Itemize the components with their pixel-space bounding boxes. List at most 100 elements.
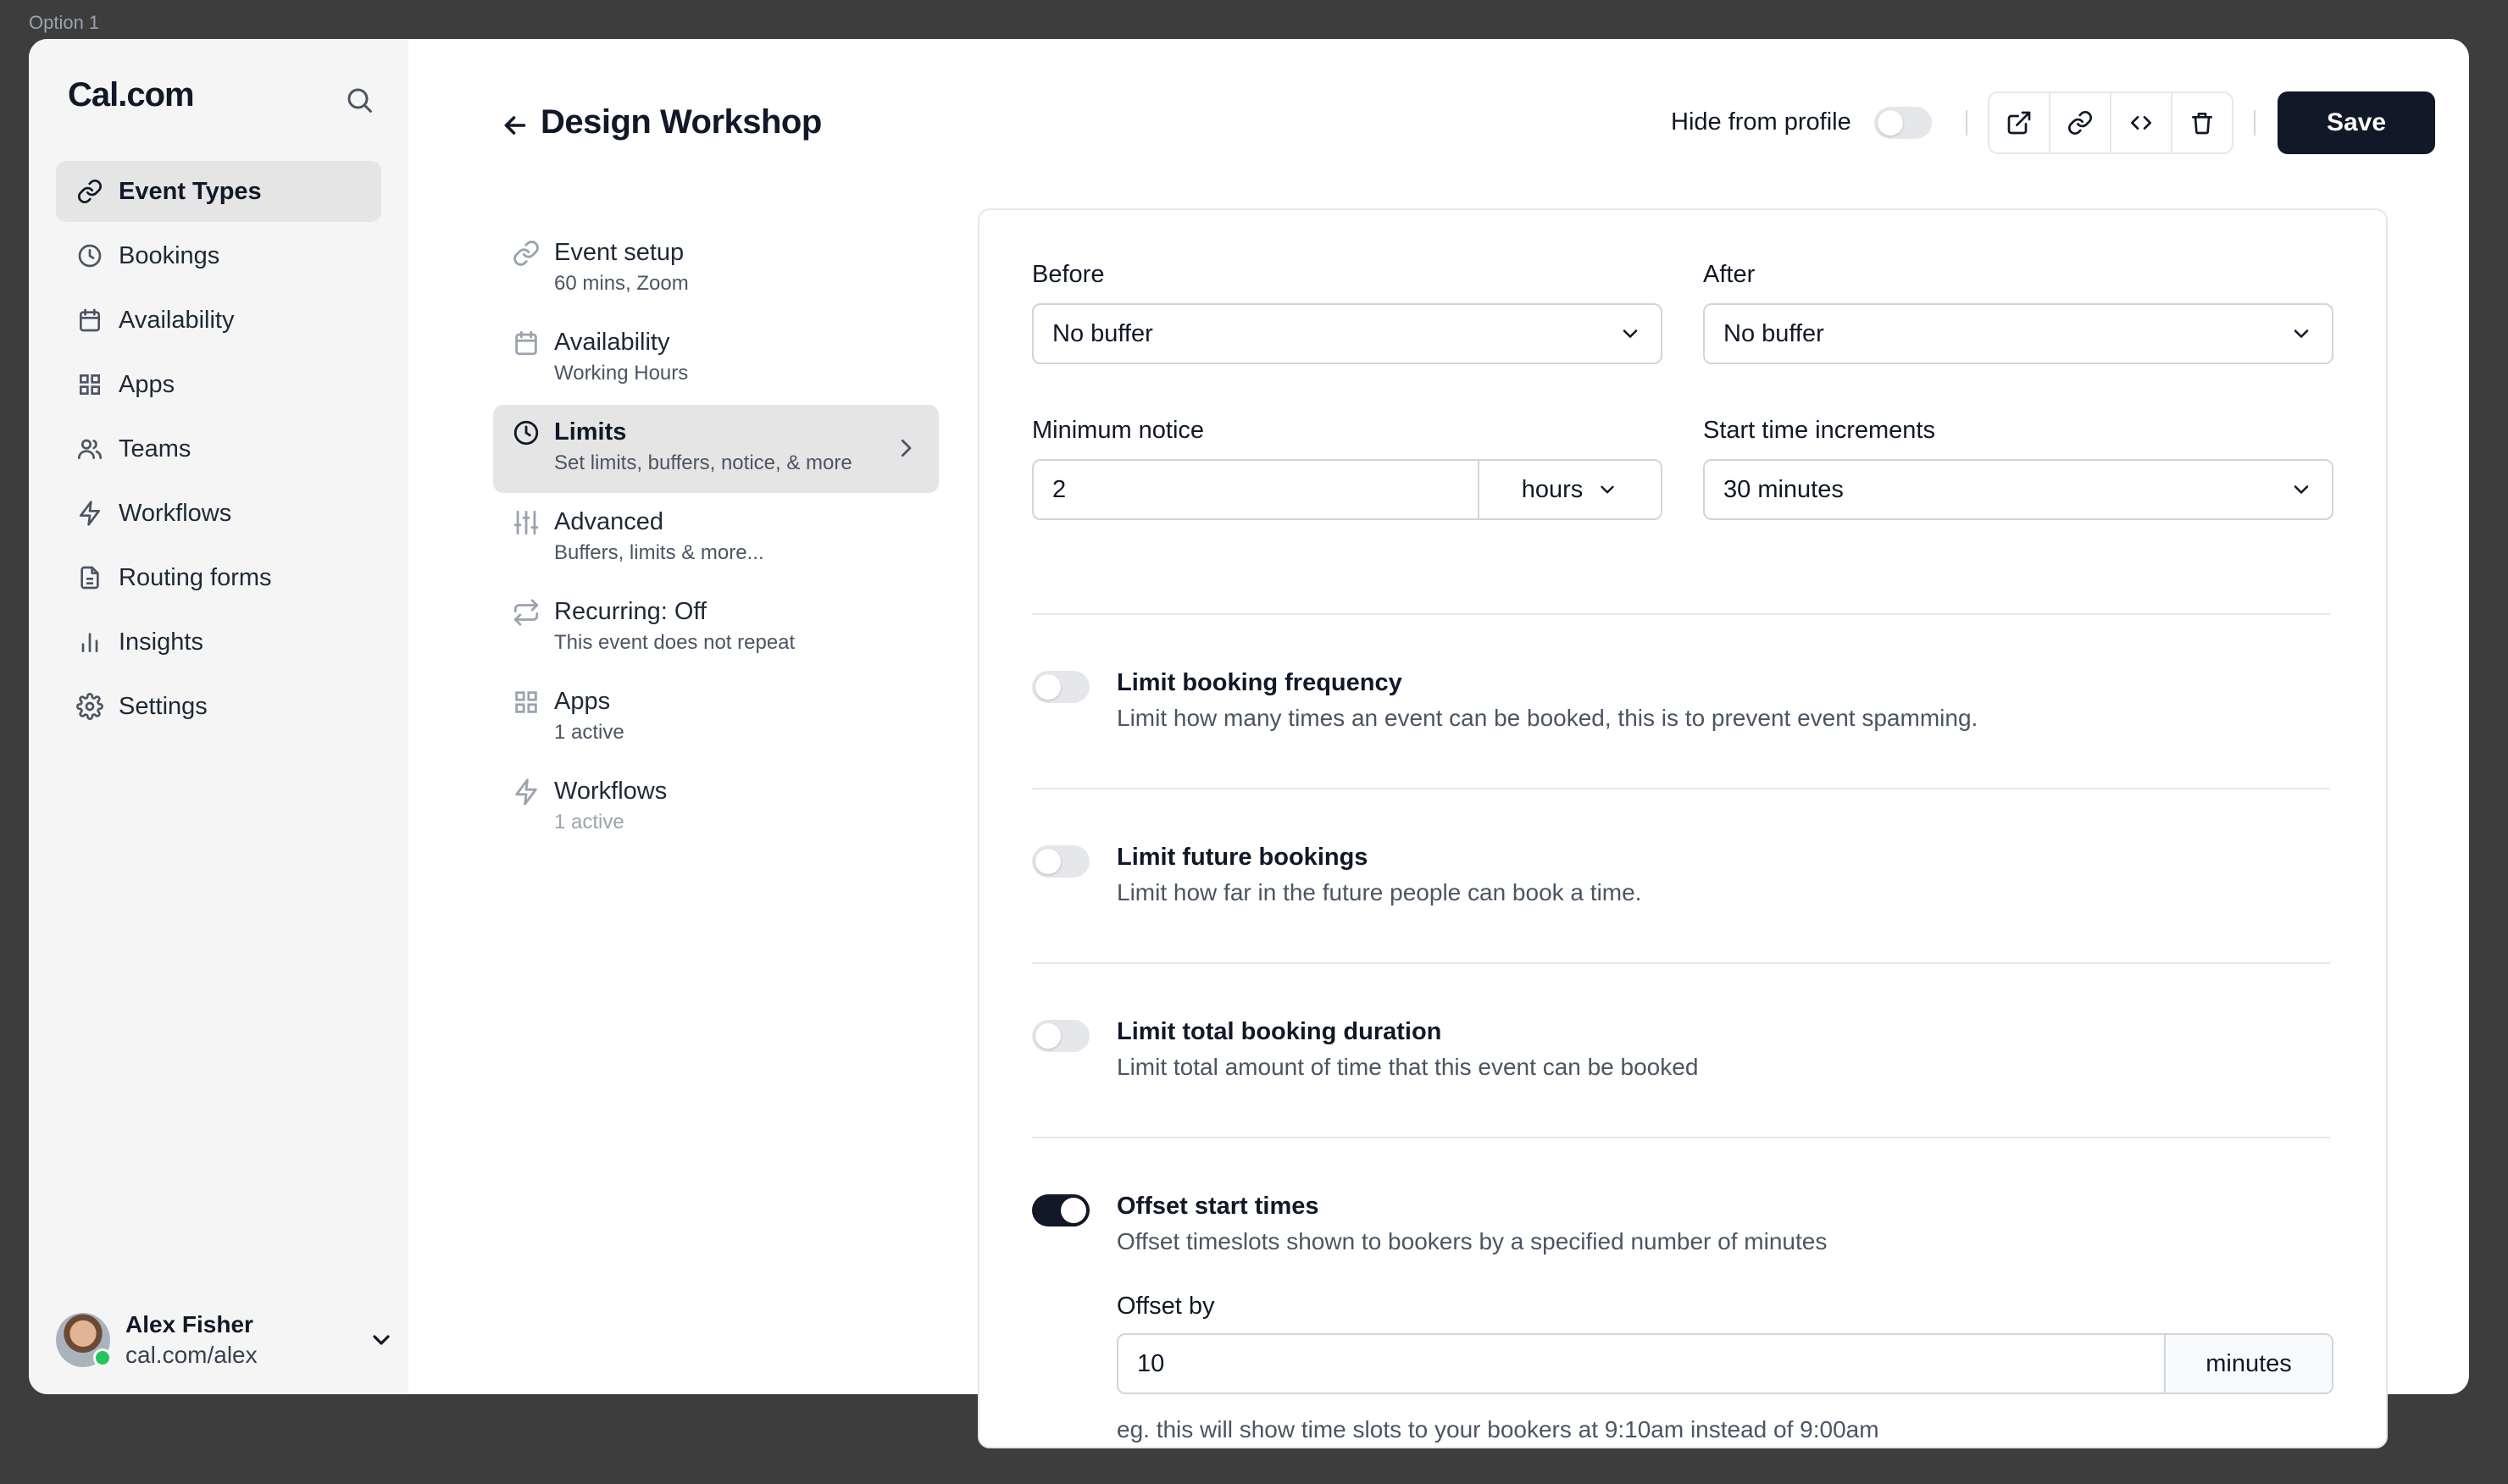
sidebar-item-apps[interactable]: Apps xyxy=(56,354,381,415)
grid-icon xyxy=(515,691,537,713)
sidebar-item-availability[interactable]: Availability xyxy=(56,290,381,351)
option-description: Offset timeslots shown to bookers by a s… xyxy=(1117,1228,1828,1254)
notice-unit-value: hours xyxy=(1521,475,1584,503)
user-handle: cal.com/alex xyxy=(125,1342,258,1368)
page-title: Design Workshop xyxy=(541,103,822,141)
minimum-notice-input[interactable]: 2 xyxy=(1034,461,1478,518)
tab-recurring[interactable]: Recurring: Off This event does not repea… xyxy=(493,584,939,673)
select-value: No buffer xyxy=(1052,319,1153,347)
toggle-knob xyxy=(1878,110,1903,136)
offset-unit-label: minutes xyxy=(2164,1335,2332,1393)
sidebar-item-label: Workflows xyxy=(119,499,232,527)
tab-subtitle: Set limits, buffers, notice, & more xyxy=(554,451,852,474)
embed-button[interactable] xyxy=(2111,93,2172,152)
divider xyxy=(1032,962,2330,964)
tab-availability[interactable]: Availability Working Hours xyxy=(493,315,939,403)
sidebar-item-event-types[interactable]: Event Types xyxy=(56,161,381,222)
sidebar-item-workflows[interactable]: Workflows xyxy=(56,483,381,544)
limit-future-bookings-toggle[interactable] xyxy=(1032,845,1090,878)
arrow-left-icon[interactable] xyxy=(500,110,530,141)
repeat-icon xyxy=(513,599,539,626)
notice-unit-select[interactable]: hours xyxy=(1478,461,1661,518)
zap-icon xyxy=(515,778,537,806)
sidebar-item-label: Bookings xyxy=(119,241,220,269)
link-icon xyxy=(513,241,539,266)
tab-subtitle: 1 active xyxy=(554,721,624,744)
option-description: Limit how far in the future people can b… xyxy=(1117,879,1642,905)
offset-by-field: 10 minutes xyxy=(1117,1333,2333,1394)
sidebar-item-routing-forms[interactable]: Routing forms xyxy=(56,547,381,608)
option-title: Limit booking frequency xyxy=(1117,669,1402,696)
link-icon xyxy=(2068,111,2092,135)
before-buffer-label: Before xyxy=(1032,261,1105,288)
tab-subtitle: 60 mins, Zoom xyxy=(554,272,689,295)
grid-icon xyxy=(80,374,100,395)
before-buffer-select[interactable]: No buffer xyxy=(1032,303,1662,364)
user-menu[interactable]: Alex Fisher cal.com/alex xyxy=(56,1308,395,1372)
gear-icon xyxy=(76,693,103,720)
preview-button[interactable] xyxy=(1989,93,2050,152)
sidebar-item-label: Settings xyxy=(119,692,208,720)
start-time-increments-select[interactable]: 30 minutes xyxy=(1703,459,2333,520)
delete-button[interactable] xyxy=(2172,93,2232,152)
tab-limits[interactable]: Limits Set limits, buffers, notice, & mo… xyxy=(493,405,939,493)
tab-title: Apps xyxy=(554,688,611,715)
app-logo[interactable]: Cal.com xyxy=(68,76,195,114)
main-nav: Event Types Bookings Availability Apps T… xyxy=(56,161,381,740)
event-settings-nav: Event setup 60 mins, Zoom Availability W… xyxy=(493,225,939,854)
sidebar-item-label: Availability xyxy=(119,306,235,334)
sliders-icon xyxy=(513,510,539,535)
sidebar-item-settings[interactable]: Settings xyxy=(56,676,381,737)
sidebar-item-label: Event Types xyxy=(119,177,262,205)
tab-title: Limits xyxy=(554,418,627,446)
zap-icon xyxy=(80,501,100,526)
tab-apps[interactable]: Apps 1 active xyxy=(493,674,939,762)
offset-by-input[interactable]: 10 xyxy=(1118,1335,2164,1393)
sidebar-item-label: Apps xyxy=(119,370,175,398)
search-icon[interactable] xyxy=(344,85,375,115)
limit-booking-frequency-toggle[interactable] xyxy=(1032,671,1090,703)
chevron-down-icon[interactable] xyxy=(368,1326,395,1354)
offset-start-times-toggle[interactable] xyxy=(1032,1194,1090,1227)
sidebar-item-teams[interactable]: Teams xyxy=(56,418,381,479)
link-icon xyxy=(78,180,102,203)
tab-subtitle: This event does not repeat xyxy=(554,631,796,654)
file-icon xyxy=(80,566,99,590)
toggle-knob xyxy=(1035,1023,1061,1049)
divider xyxy=(1966,110,1967,136)
divider xyxy=(2254,110,2256,136)
sidebar: Cal.com Event Types Bookings Availabilit… xyxy=(29,39,408,1394)
hide-from-profile-toggle[interactable] xyxy=(1874,107,1932,139)
tab-event-setup[interactable]: Event setup 60 mins, Zoom xyxy=(493,225,939,313)
after-buffer-label: After xyxy=(1703,261,1756,288)
sidebar-item-insights[interactable]: Insights xyxy=(56,612,381,673)
offset-by-label: Offset by xyxy=(1117,1293,1215,1320)
after-buffer-select[interactable]: No buffer xyxy=(1703,303,2333,364)
clock-icon xyxy=(513,420,539,446)
tab-subtitle: Working Hours xyxy=(554,362,689,385)
event-actions xyxy=(1988,91,2233,154)
tab-title: Availability xyxy=(554,329,670,356)
start-time-increments-label: Start time increments xyxy=(1703,417,1935,444)
tab-title: Recurring: Off xyxy=(554,598,707,625)
frame-label: Option 1 xyxy=(29,12,100,33)
limit-total-booking-duration-toggle[interactable] xyxy=(1032,1020,1090,1052)
divider xyxy=(1032,613,2330,615)
tab-subtitle: 1 active xyxy=(554,811,624,833)
tab-title: Advanced xyxy=(554,508,663,535)
sidebar-item-bookings[interactable]: Bookings xyxy=(56,225,381,286)
tab-subtitle: Buffers, limits & more... xyxy=(554,541,764,564)
hide-from-profile-label: Hide from profile xyxy=(1671,108,1851,136)
divider xyxy=(1032,1137,2330,1138)
chevron-right-icon xyxy=(901,439,912,457)
tab-workflows[interactable]: Workflows 1 active xyxy=(493,764,939,852)
divider xyxy=(1032,788,2330,789)
calendar-icon xyxy=(515,330,537,356)
copy-link-button[interactable] xyxy=(2050,93,2111,152)
select-value: 30 minutes xyxy=(1723,475,1844,503)
save-button[interactable]: Save xyxy=(2278,91,2435,154)
app-window: Cal.com Event Types Bookings Availabilit… xyxy=(29,39,2469,1448)
tab-advanced[interactable]: Advanced Buffers, limits & more... xyxy=(493,495,939,583)
option-title: Limit total booking duration xyxy=(1117,1018,1442,1045)
tab-title: Event setup xyxy=(554,239,685,266)
